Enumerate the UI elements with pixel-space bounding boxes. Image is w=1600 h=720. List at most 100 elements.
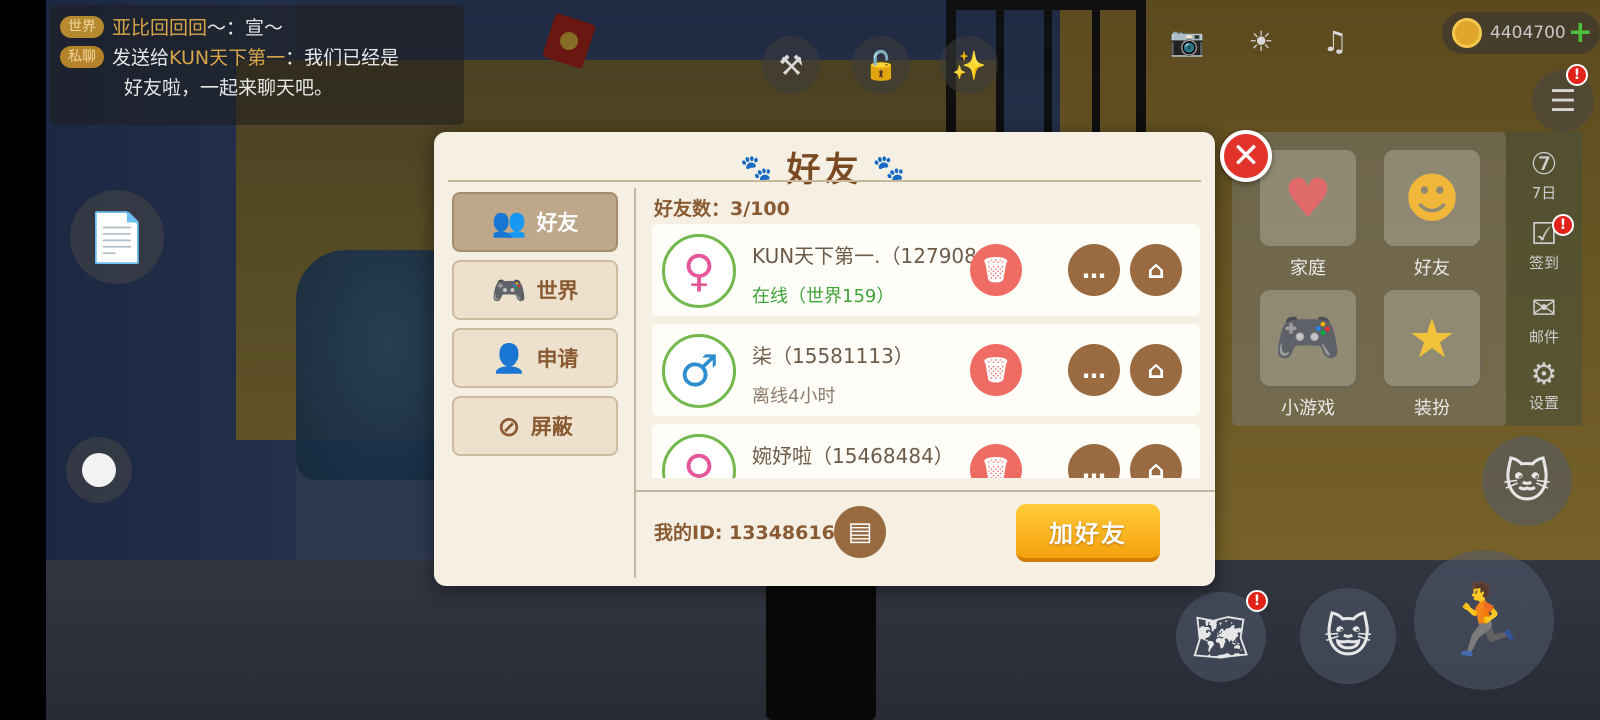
friend-name: 柒（15581113） [752, 344, 914, 368]
strip-label: 设置 [1528, 394, 1559, 412]
strip-label: 7日 [1531, 184, 1557, 202]
list-item: ♂ 柒（15581113） 离线4小时 🗑 … ⌂ [652, 324, 1200, 416]
task-log-button[interactable]: 📄 [70, 190, 164, 284]
friends-icon: 👥 [491, 205, 527, 239]
chat-button[interactable]: … [1068, 244, 1120, 296]
trash-icon: 🗑 [980, 456, 1012, 478]
heart-icon: ♥ [1258, 148, 1358, 248]
my-id: 我的ID: 13348616 [654, 522, 835, 544]
friend-list[interactable]: ♀ KUN天下第一.（12790864） 在线（世界159） 🗑 … ⌂ ♂ 柒… [652, 224, 1200, 478]
menu-notification-badge: ! [1566, 64, 1588, 86]
side-menu-panel: ♥ 家庭 ☻ 好友 🎮 小游戏 ★ 装扮 [1232, 132, 1506, 426]
list-icon: ☰ [1549, 83, 1577, 119]
strip-item-7day[interactable]: ⑦ 7日 [1506, 148, 1582, 203]
delete-friend-button[interactable]: 🗑 [970, 444, 1022, 478]
friend-status: 在线（世界159） [752, 286, 895, 307]
dialog-title: 🐾 好友 🐾 [434, 142, 1215, 191]
trash-icon: 🗑 [980, 256, 1012, 284]
visit-button[interactable]: ⌂ [1130, 444, 1182, 478]
side-item-label: 装扮 [1414, 398, 1450, 419]
joystick[interactable] [66, 437, 132, 503]
map-icon: 🗺 [1191, 609, 1251, 664]
strip-item-settings[interactable]: ⚙ 设置 [1506, 358, 1582, 413]
chat-box[interactable]: 世界 亚比回回回～：宣～ 私聊 发送给KUN天下第一：我们已经是 好友啦，一起来聊天… [50, 5, 464, 125]
copy-id-button[interactable]: ▤ [834, 506, 886, 558]
delete-friend-button[interactable]: 🗑 [970, 244, 1022, 296]
visit-button[interactable]: ⌂ [1130, 344, 1182, 396]
tab-friends[interactable]: 👥 好友 [452, 192, 618, 252]
nav-divider [634, 188, 636, 578]
tab-blocked[interactable]: ⊘ 屏蔽 [452, 396, 618, 456]
chat-button[interactable]: … [1068, 344, 1120, 396]
jump-icon: 🏃 [1440, 578, 1528, 661]
tab-world[interactable]: 🎮 世界 [452, 260, 618, 320]
pet-button[interactable]: 🐱 [1482, 436, 1572, 526]
coin-balance: 4404700 + [1442, 12, 1600, 54]
chat-text: ～：宣～ [207, 17, 284, 39]
side-item-label: 好友 [1414, 258, 1450, 279]
chat-bubble-icon: … [1082, 456, 1106, 478]
door-icon: ⌂ [1147, 256, 1165, 284]
visit-button[interactable]: ⌂ [1130, 244, 1182, 296]
side-item-dressup[interactable]: ★ 装扮 [1382, 288, 1482, 420]
close-dialog-button[interactable]: ✕ [1220, 130, 1272, 182]
tab-label: 好友 [536, 211, 579, 235]
side-item-minigame[interactable]: 🎮 小游戏 [1258, 288, 1358, 420]
list-item: ♀ KUN天下第一.（12790864） 在线（世界159） 🗑 … ⌂ [652, 224, 1200, 316]
cat-face-icon: 😺 [1324, 609, 1372, 663]
lock-button[interactable]: 🔓 [852, 36, 910, 94]
emote-button[interactable]: 😺 [1300, 588, 1396, 684]
friends-icon: ☻ [1382, 148, 1482, 248]
checkin-notification-badge: ! [1552, 214, 1574, 236]
side-strip: ⑦ 7日 ☑ 签到 ✉ 邮件 ⚙ 设置 [1506, 132, 1582, 426]
female-avatar-icon: ♀ [662, 434, 736, 478]
sparkle-button[interactable]: ✨ [940, 36, 998, 94]
sun-icon: ☀ [1248, 24, 1274, 58]
gear-icon: ⚙ [1530, 357, 1558, 392]
strip-item-mail[interactable]: ✉ 邮件 [1506, 292, 1582, 347]
trash-icon: 🗑 [980, 356, 1012, 384]
coin-amount: 4404700 [1490, 23, 1566, 43]
gamepad-icon: 🎮 [1258, 288, 1358, 388]
add-friend-button[interactable]: 加好友 [1016, 504, 1160, 562]
seven-day-icon: ⑦ [1530, 147, 1558, 182]
door-icon: ⌂ [1147, 456, 1165, 478]
tab-requests[interactable]: 👤 申请 [452, 328, 618, 388]
gamepad-icon: 🎮 [491, 273, 527, 307]
side-item-label: 家庭 [1290, 258, 1326, 279]
door-icon: ⌂ [1147, 356, 1165, 384]
map-notification-badge: ! [1246, 590, 1268, 612]
mail-icon: ✉ [1531, 291, 1557, 326]
friends-dialog: 🐾 好友 🐾 👥 好友 🎮 世界 👤 申请 ⊘ 屏蔽 好友数：3/100 ♀ KUN… [434, 132, 1215, 586]
strip-label: 签到 [1528, 254, 1559, 272]
strip-label: 邮件 [1528, 328, 1559, 346]
side-item-friends[interactable]: ☻ 好友 [1382, 148, 1482, 280]
chat-bubble-icon: … [1082, 256, 1106, 284]
tab-label: 屏蔽 [530, 415, 573, 439]
brightness-button[interactable]: ☀ [1232, 12, 1290, 70]
chat-line-private: 私聊 发送给KUN天下第一：我们已经是 [60, 43, 454, 73]
chat-bubble-icon: … [1082, 356, 1106, 384]
hammer-button[interactable]: ⚒ [762, 36, 820, 94]
chat-sender: 亚比回回回 [112, 17, 208, 39]
jump-button[interactable]: 🏃 [1414, 550, 1554, 690]
close-icon: ✕ [1231, 136, 1261, 176]
music-button[interactable]: ♫ [1306, 12, 1364, 70]
sparkle-icon: ✨ [951, 48, 987, 82]
hammer-icon: ⚒ [778, 48, 804, 82]
tab-label: 世界 [536, 279, 579, 303]
coin-icon [1452, 18, 1482, 48]
chat-text-continued: 好友啦，一起来聊天吧。 [124, 77, 334, 99]
add-coins-icon[interactable]: + [1568, 18, 1593, 48]
chat-target: KUN天下第一 [169, 47, 286, 69]
list-item: ♀ 婉妤啦（15468484） 🗑 … ⌂ [652, 424, 1200, 478]
female-avatar-icon: ♀ [662, 234, 736, 308]
side-item-family[interactable]: ♥ 家庭 [1258, 148, 1358, 280]
music-note-icon: ♫ [1322, 24, 1348, 58]
block-user-icon: ⊘ [497, 409, 521, 443]
chat-line-world: 世界 亚比回回回～：宣～ [60, 13, 454, 43]
camera-button[interactable]: 📷 [1158, 12, 1216, 70]
chat-button[interactable]: … [1068, 444, 1120, 478]
delete-friend-button[interactable]: 🗑 [970, 344, 1022, 396]
friend-status: 离线4小时 [752, 386, 836, 407]
